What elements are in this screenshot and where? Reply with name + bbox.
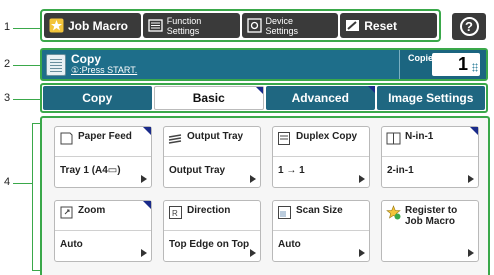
callout-line-4 [13,183,32,184]
output-tray-icon [168,131,183,146]
output-tray-title: Output Tray [187,131,244,142]
paper-feed-value: Tray 1 (A4▭) [60,165,121,176]
help-button[interactable]: ? [452,13,486,40]
scan-size-title: Scan Size [296,205,343,216]
status-title: Copy [71,52,101,66]
function-settings-label-1: Function [166,15,202,26]
keypad-icon [472,63,478,72]
job-macro-button[interactable]: Job Macro [44,13,141,38]
tab-basic[interactable]: Basic [153,86,264,110]
paper-feed-card[interactable]: Paper Feed Tray 1 (A4▭) [54,126,152,188]
arrow-right-icon [359,249,365,257]
zoom-card[interactable]: Zoom Auto [54,200,152,262]
direction-icon: R [168,205,183,220]
duplex-copy-title: Duplex Copy [296,131,358,142]
arrow-right-icon [468,249,474,257]
paper-feed-title: Paper Feed [78,131,132,142]
tab-copy-label: Copy [82,91,113,105]
n-in-1-card[interactable]: N-in-1 2-in-1 [381,126,479,188]
reset-icon [345,18,360,33]
arrow-right-icon [250,175,256,183]
job-macro-label: Job Macro [68,18,129,33]
arrow-right-icon [359,175,365,183]
settings-list-icon [148,18,163,33]
svg-text:R: R [172,209,178,218]
register-job-macro-icon [386,205,401,220]
tab-advanced[interactable]: Advanced [266,86,375,110]
callout-line-3 [13,99,40,100]
tab-bar: Copy Basic Advanced Image Settings [40,83,488,113]
paper-feed-icon [59,131,74,146]
tab-image-settings-label: Image Settings [388,91,474,105]
direction-title: Direction [187,205,231,216]
callout-3: 3 [4,92,11,104]
device-settings-button[interactable]: Device Settings [241,13,339,38]
callout-1: 1 [4,21,11,33]
function-settings-label-2: Settings [166,25,200,36]
top-toolbar: Job Macro Function Settings Device Setting… [40,9,441,42]
duplex-copy-card[interactable]: Duplex Copy 1 → 1 [272,126,370,188]
card-corner-marker [143,127,151,135]
n-in-1-value: 2-in-1 [387,165,414,176]
star-icon [49,18,64,33]
output-tray-card[interactable]: Output Tray Output Tray [163,126,261,188]
tab-copy[interactable]: Copy [43,86,152,110]
status-message: ①:Press START. [71,65,138,75]
callout-line-1 [13,28,40,29]
callout-bracket-bottom [32,270,40,271]
reset-label: Reset [364,18,397,33]
output-tray-value: Output Tray [169,165,226,176]
device-settings-label-2: Settings [265,25,299,36]
zoom-value: Auto [60,239,83,250]
device-settings-label-1: Device [265,15,294,26]
zoom-icon [59,205,74,220]
register-job-macro-card[interactable]: Register to Job Macro [381,200,479,262]
reset-button[interactable]: Reset [340,13,437,38]
duplex-copy-value: 1 → 1 [278,165,305,176]
callout-2: 2 [4,58,11,70]
n-in-1-icon [386,131,401,146]
tab-basic-label: Basic [192,91,225,105]
direction-card[interactable]: R Direction Top Edge on Top [163,200,261,262]
zoom-title: Zoom [78,205,106,216]
scan-size-value: Auto [278,239,301,250]
direction-value: Top Edge on Top [169,239,250,250]
register-job-macro-title: Register to Job Macro [405,205,458,227]
card-corner-marker [143,201,151,209]
callout-bracket-top [32,123,40,124]
tab-corner-marker [367,86,375,93]
arrow-right-icon [468,175,474,183]
arrow-right-icon [141,175,147,183]
callout-line-2 [13,65,40,66]
device-icon [246,18,262,33]
scan-size-card[interactable]: Scan Size Auto [272,200,370,262]
tab-advanced-label: Advanced [291,91,349,105]
duplex-copy-icon [277,131,292,146]
help-icon: ? [459,17,479,36]
status-bar: Copy ①:Press START. Copies: 1 [40,48,488,81]
copy-document-icon [46,53,66,76]
n-in-1-title: N-in-1 [405,131,434,142]
arrow-right-icon [141,249,147,257]
callout-4: 4 [4,176,11,188]
function-settings-button[interactable]: Function Settings [142,13,240,38]
tab-corner-marker [256,87,263,94]
callout-bracket-4 [32,123,33,271]
tab-image-settings[interactable]: Image Settings [376,86,485,110]
copies-panel[interactable]: Copies: 1 [399,50,486,79]
scan-size-icon [277,205,292,220]
arrow-right-icon [250,249,256,257]
function-grid: Paper Feed Tray 1 (A4▭) Output Tray Outp… [40,116,490,275]
card-corner-marker [470,127,478,135]
